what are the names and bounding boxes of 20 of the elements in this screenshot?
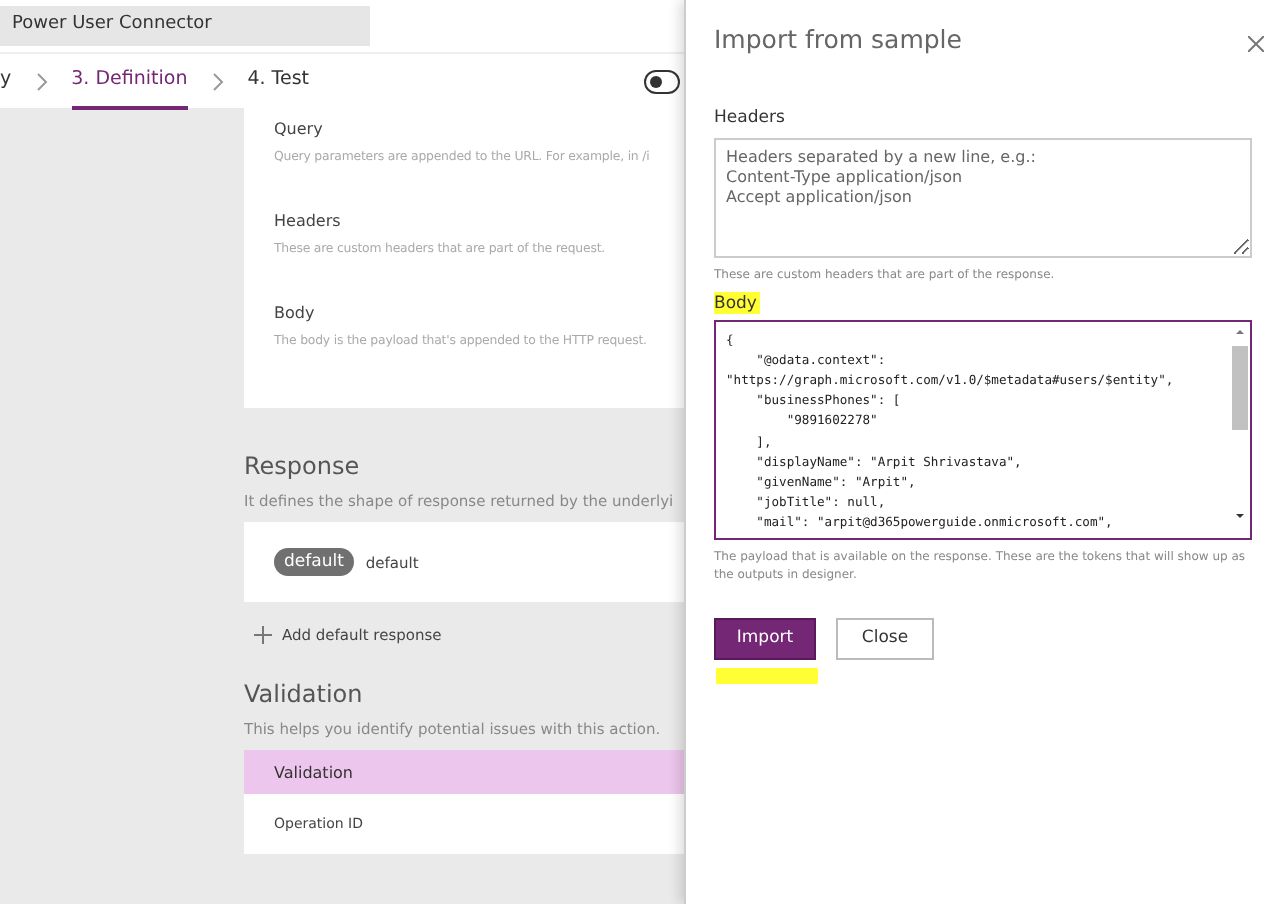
section-title: Body [274, 304, 317, 322]
field-label: Body [714, 291, 761, 314]
step-tab[interactable]: y [0, 53, 12, 109]
step-tab[interactable]: 3. Definition [71, 53, 188, 109]
validation-header: Validation [244, 750, 684, 794]
headers-field[interactable]: Headers separated by a new line, e.g.: Content-Type application/json Accept application/json [714, 138, 1252, 258]
section-title: Query [274, 120, 325, 138]
toggle-switch[interactable] [644, 70, 680, 94]
section-title: Headers [274, 212, 343, 230]
close-button[interactable]: Close [836, 617, 934, 660]
field-label: Headers [714, 106, 787, 128]
chevron-icon [35, 71, 48, 91]
section-heading: Response [244, 452, 362, 480]
section-heading: Validation [244, 680, 365, 708]
plus-icon [254, 626, 272, 644]
panel-title: Import from sample [714, 24, 964, 54]
step-tab[interactable]: 4. Test [247, 53, 310, 109]
app-title: Power User Connector [0, 6, 370, 46]
chevron-icon [211, 71, 224, 91]
response-badge[interactable]: default [274, 548, 354, 576]
